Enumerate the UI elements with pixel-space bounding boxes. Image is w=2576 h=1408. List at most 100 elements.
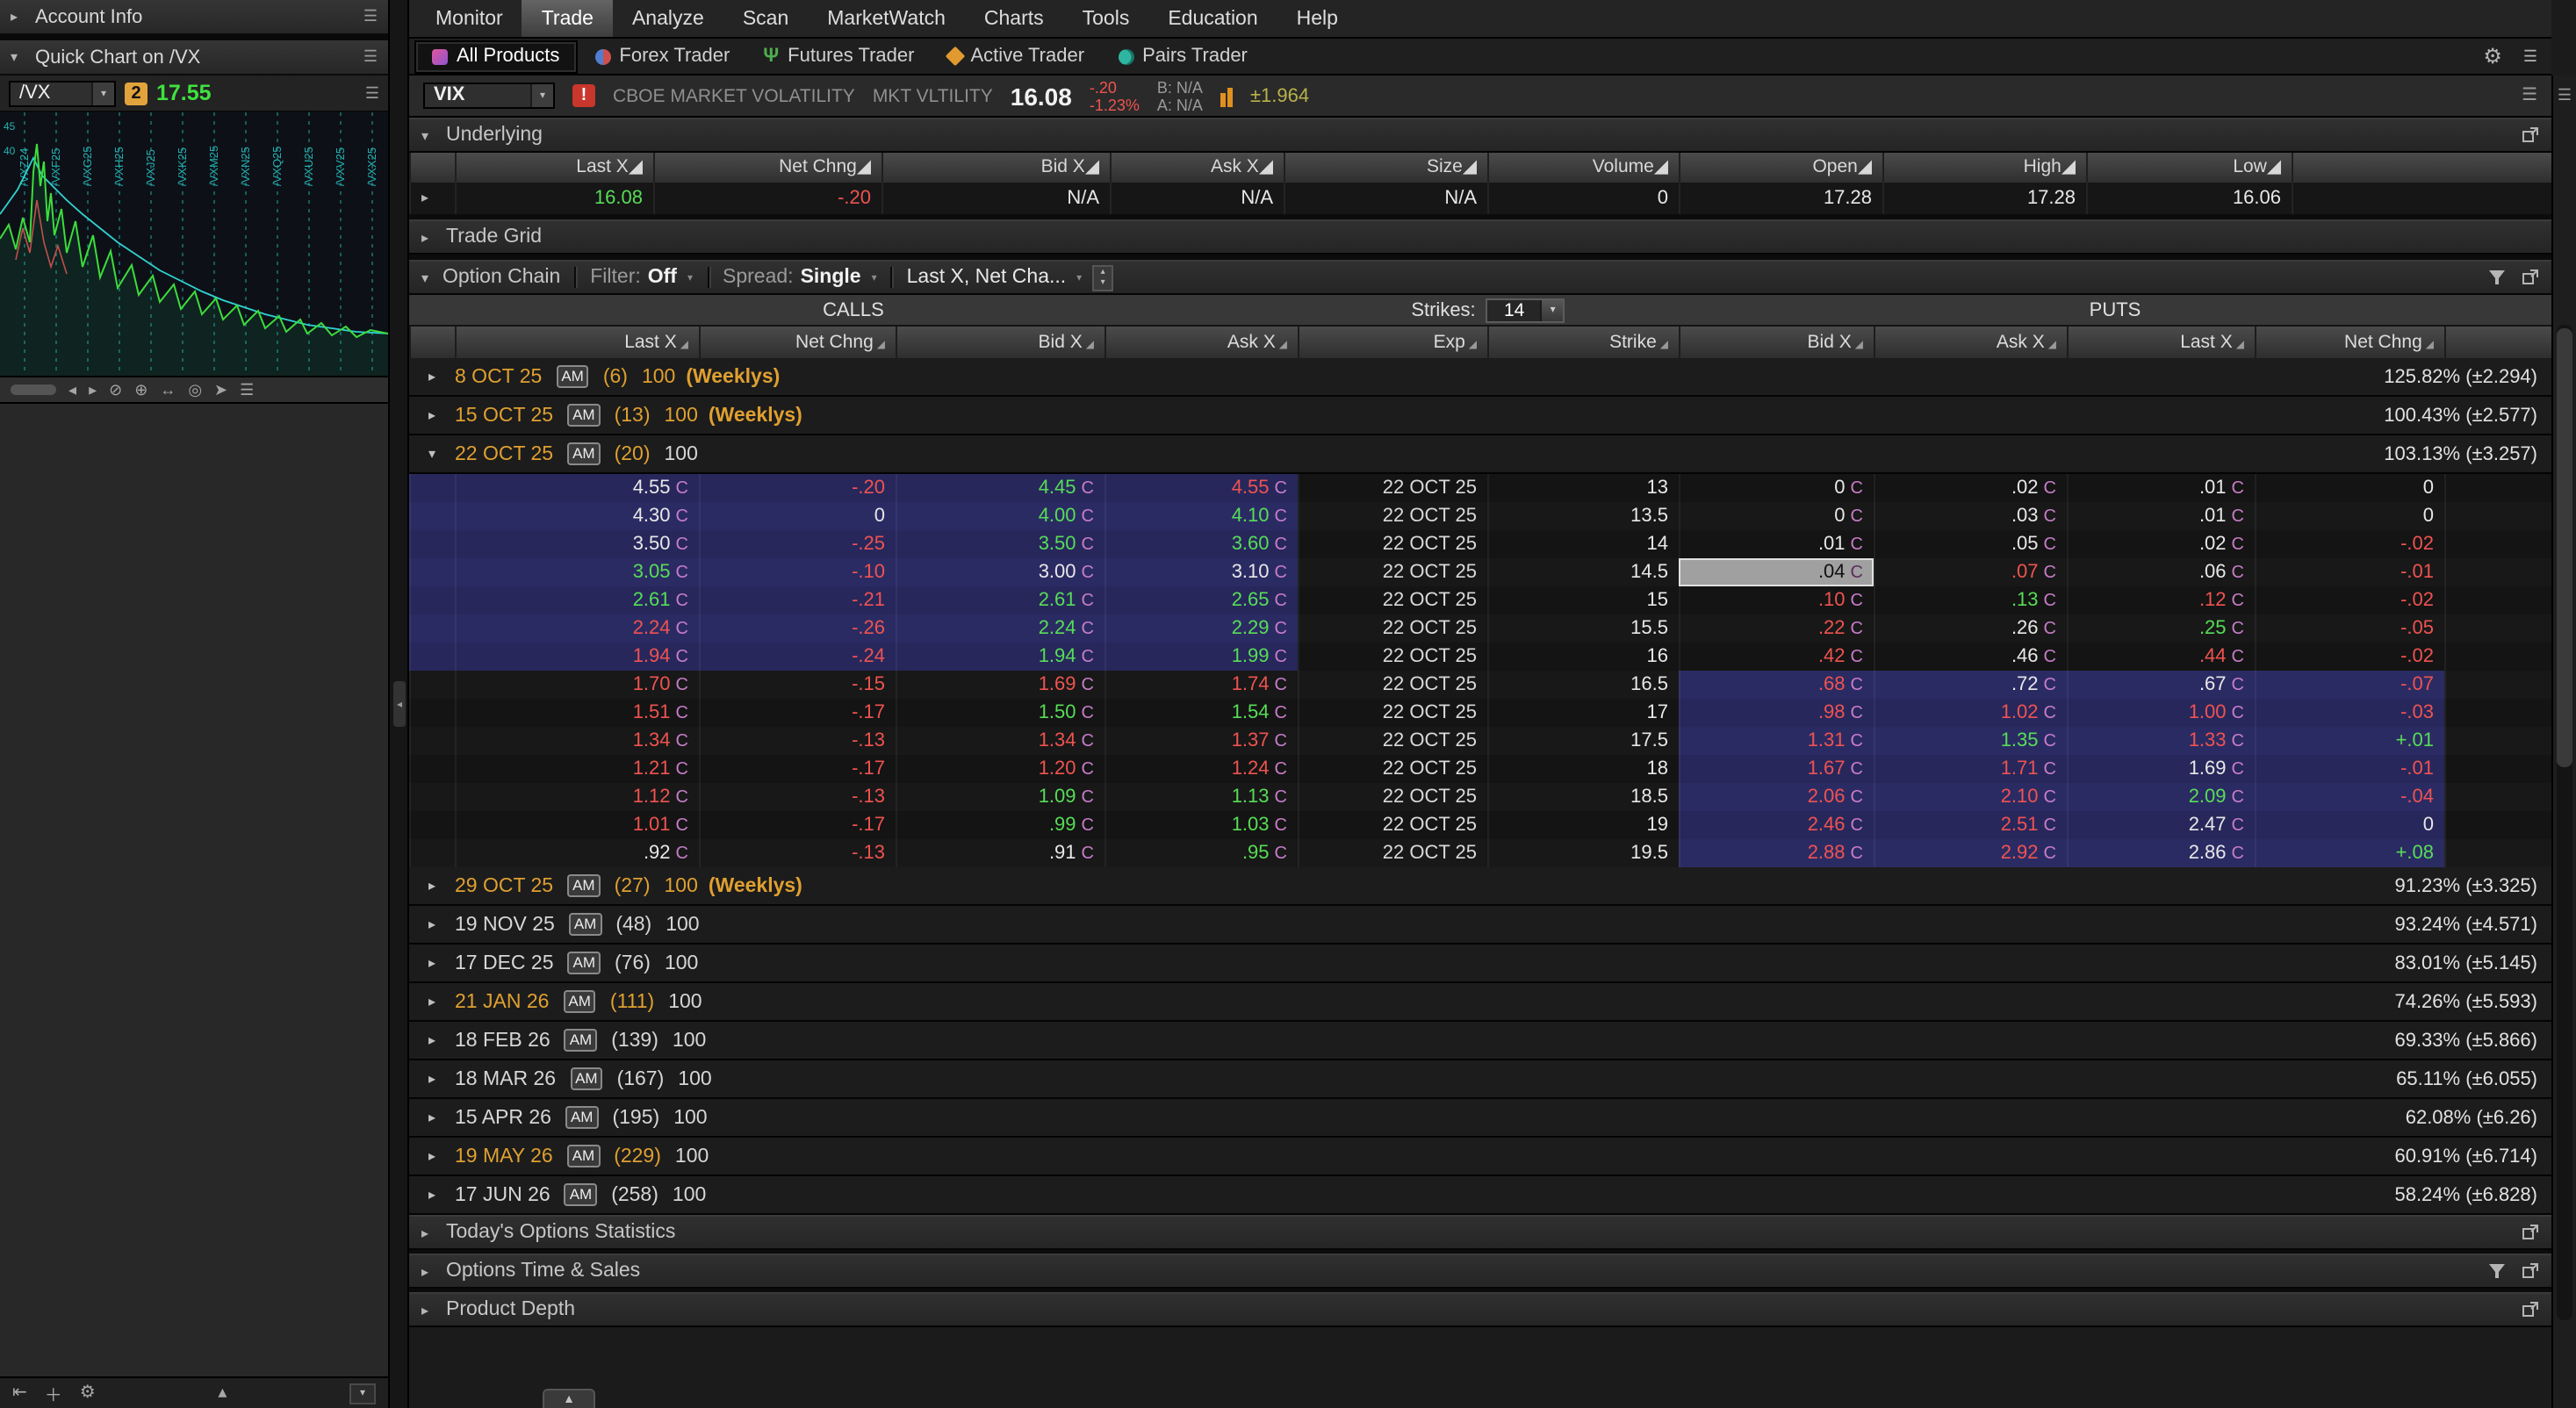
menu-tools[interactable]: Tools bbox=[1063, 0, 1149, 37]
menu-analyze[interactable]: Analyze bbox=[613, 0, 723, 37]
collapse-chevron-icon[interactable]: ▾ bbox=[421, 127, 435, 143]
detach-icon[interactable] bbox=[2522, 269, 2539, 286]
call-last-cell[interactable]: 1.01C bbox=[455, 811, 699, 839]
call-bid-cell[interactable]: 2.61C bbox=[896, 586, 1105, 614]
expiration-cell[interactable]: 22 OCT 25 bbox=[1298, 558, 1487, 586]
collapse-sidebar-handle[interactable]: ◂ bbox=[393, 681, 406, 727]
expiration-cell[interactable]: 22 OCT 25 bbox=[1298, 474, 1487, 502]
call-net-chng-cell[interactable]: -.24 bbox=[699, 643, 896, 671]
strike-cell[interactable]: 19 bbox=[1487, 811, 1679, 839]
call-ask-cell[interactable]: 1.13C bbox=[1105, 783, 1298, 811]
strike-cell[interactable]: 13.5 bbox=[1487, 502, 1679, 530]
detach-icon[interactable] bbox=[2522, 1301, 2539, 1318]
put-bid-cell[interactable]: .42C bbox=[1679, 643, 1874, 671]
put-net-chng-cell[interactable]: -.02 bbox=[2255, 530, 2444, 558]
header-open[interactable]: Open◢ bbox=[1679, 153, 1882, 183]
call-last-cell[interactable]: 2.24C bbox=[455, 614, 699, 643]
put-ask-cell[interactable]: 1.71C bbox=[1874, 755, 2067, 783]
expand-chevron-icon[interactable]: ▸ bbox=[409, 955, 455, 971]
put-last-cell[interactable]: 1.00C bbox=[2067, 699, 2255, 727]
call-ask-cell[interactable]: .95C bbox=[1105, 839, 1298, 867]
menu-charts[interactable]: Charts bbox=[965, 0, 1063, 37]
option-row-strike-16[interactable]: 1.94C-.241.94C1.99C22 OCT 2516.42C.46C.4… bbox=[409, 643, 2551, 671]
option-row-strike-19[interactable]: 1.01C-.17.99C1.03C22 OCT 25192.46C2.51C2… bbox=[409, 811, 2551, 839]
expand-chevron-icon[interactable]: ▸ bbox=[409, 878, 455, 894]
put-last-cell[interactable]: 1.33C bbox=[2067, 727, 2255, 755]
chart-symbol-value[interactable]: /VX bbox=[11, 82, 91, 104]
strike-cell[interactable]: 18.5 bbox=[1487, 783, 1679, 811]
expiration-cell[interactable]: 22 OCT 25 bbox=[1298, 671, 1487, 699]
put-ask-cell[interactable]: 2.92C bbox=[1874, 839, 2067, 867]
option-row-strike-17.5[interactable]: 1.34C-.131.34C1.37C22 OCT 2517.51.31C1.3… bbox=[409, 727, 2551, 755]
option-row-strike-15[interactable]: 2.61C-.212.61C2.65C22 OCT 2515.10C.13C.1… bbox=[409, 586, 2551, 614]
tab-futures-trader[interactable]: ΨFutures Trader bbox=[747, 40, 930, 73]
call-last-cell[interactable]: 1.94C bbox=[455, 643, 699, 671]
expiration-cell[interactable]: 22 OCT 25 bbox=[1298, 530, 1487, 558]
header-bid-x[interactable]: Bid X◢ bbox=[881, 153, 1110, 183]
call-bid-cell[interactable]: 1.50C bbox=[896, 699, 1105, 727]
call-net-chng-cell[interactable]: -.17 bbox=[699, 755, 896, 783]
scroll-left-icon[interactable]: ◂ bbox=[68, 380, 76, 399]
add-gadget-icon[interactable]: ＋ bbox=[45, 1380, 62, 1406]
put-net-chng-cell[interactable]: -.01 bbox=[2255, 558, 2444, 586]
expiration-row-19-may-26[interactable]: ▸19 MAY 26AM(229)10060.91% (±6.714) bbox=[409, 1138, 2551, 1176]
put-ask-cell[interactable]: .26C bbox=[1874, 614, 2067, 643]
put-net-chng-cell[interactable]: -.02 bbox=[2255, 586, 2444, 614]
expand-chevron-icon[interactable]: ▸ bbox=[409, 1032, 455, 1048]
call-ask-cell[interactable]: 3.10C bbox=[1105, 558, 1298, 586]
strike-cell[interactable]: 17 bbox=[1487, 699, 1679, 727]
call-ask-cell[interactable]: 4.10C bbox=[1105, 502, 1298, 530]
expand-chevron-icon[interactable]: ▸ bbox=[421, 1225, 435, 1240]
layers-icon[interactable]: ☰ bbox=[240, 380, 254, 399]
header-ask-x[interactable]: Ask X◢ bbox=[1110, 153, 1284, 183]
strike-cell[interactable]: 16 bbox=[1487, 643, 1679, 671]
filter-dropdown[interactable]: Filter: Off ▾ bbox=[590, 267, 693, 288]
put-last-cell[interactable]: .01C bbox=[2067, 474, 2255, 502]
call-bid-cell[interactable]: 2.24C bbox=[896, 614, 1105, 643]
filter-funnel-icon[interactable] bbox=[2488, 1262, 2506, 1280]
put-bid-cell[interactable]: 2.06C bbox=[1679, 783, 1874, 811]
put-net-chng-cell[interactable]: -.05 bbox=[2255, 614, 2444, 643]
call-net-chng-cell[interactable]: -.13 bbox=[699, 839, 896, 867]
expiration-row-18-mar-26[interactable]: ▸18 MAR 26AM(167)10065.11% (±6.055) bbox=[409, 1060, 2551, 1099]
expiration-cell[interactable]: 22 OCT 25 bbox=[1298, 699, 1487, 727]
expiration-cell[interactable]: 22 OCT 25 bbox=[1298, 727, 1487, 755]
put-net-chng-cell[interactable]: 0 bbox=[2255, 474, 2444, 502]
call-ask-cell[interactable]: 1.54C bbox=[1105, 699, 1298, 727]
call-last-cell[interactable]: 1.51C bbox=[455, 699, 699, 727]
options-time-sales-header[interactable]: ▸ Options Time & Sales bbox=[409, 1254, 2551, 1289]
vertical-scrollbar[interactable] bbox=[2557, 325, 2572, 1320]
header-size[interactable]: Size◢ bbox=[1284, 153, 1487, 183]
call-net-chng-cell[interactable]: -.10 bbox=[699, 558, 896, 586]
put-net-chng-cell[interactable]: 0 bbox=[2255, 811, 2444, 839]
put-ask-cell[interactable]: 2.51C bbox=[1874, 811, 2067, 839]
scrollbar-thumb[interactable] bbox=[2557, 328, 2572, 767]
call-net-chng-cell[interactable]: -.20 bbox=[699, 474, 896, 502]
expiration-cell[interactable]: 22 OCT 25 bbox=[1298, 643, 1487, 671]
oc-header-bid-x[interactable]: Bid X◢ bbox=[1679, 327, 1874, 358]
menu-trade[interactable]: Trade bbox=[522, 0, 613, 37]
put-ask-cell[interactable]: .13C bbox=[1874, 586, 2067, 614]
option-row-strike-17[interactable]: 1.51C-.171.50C1.54C22 OCT 2517.98C1.02C1… bbox=[409, 699, 2551, 727]
chart-symbol-input[interactable]: /VX ▾ bbox=[9, 80, 116, 106]
expand-chevron-icon[interactable]: ▸ bbox=[409, 1110, 455, 1125]
oc-header-bid-x[interactable]: Bid X◢ bbox=[896, 327, 1105, 358]
put-bid-cell[interactable]: .04C bbox=[1679, 558, 1874, 586]
expand-chevron-icon[interactable]: ▸ bbox=[421, 1263, 435, 1279]
row-expand-chevron[interactable]: ▸ bbox=[409, 183, 455, 214]
menu-education[interactable]: Education bbox=[1148, 0, 1277, 37]
put-ask-cell[interactable]: .02C bbox=[1874, 474, 2067, 502]
gadget-menu-icon[interactable]: ☰ bbox=[363, 47, 378, 67]
put-net-chng-cell[interactable]: -.04 bbox=[2255, 783, 2444, 811]
oc-header-last-x[interactable]: Last X◢ bbox=[2067, 327, 2255, 358]
put-net-chng-cell[interactable]: +.08 bbox=[2255, 839, 2444, 867]
put-net-chng-cell[interactable]: -.01 bbox=[2255, 755, 2444, 783]
put-bid-cell[interactable]: 1.67C bbox=[1679, 755, 1874, 783]
put-last-cell[interactable]: 2.47C bbox=[2067, 811, 2255, 839]
call-ask-cell[interactable]: 1.37C bbox=[1105, 727, 1298, 755]
expand-chevron-icon[interactable]: ▸ bbox=[409, 916, 455, 932]
expiration-row-19-nov-25[interactable]: ▸19 NOV 25AM(48)10093.24% (±4.571) bbox=[409, 906, 2551, 945]
expiration-row-29-oct-25[interactable]: ▸29 OCT 25AM(27)100(Weeklys)91.23% (±3.3… bbox=[409, 867, 2551, 906]
tab-active-trader[interactable]: Active Trader bbox=[932, 40, 1100, 73]
put-ask-cell[interactable]: .03C bbox=[1874, 502, 2067, 530]
